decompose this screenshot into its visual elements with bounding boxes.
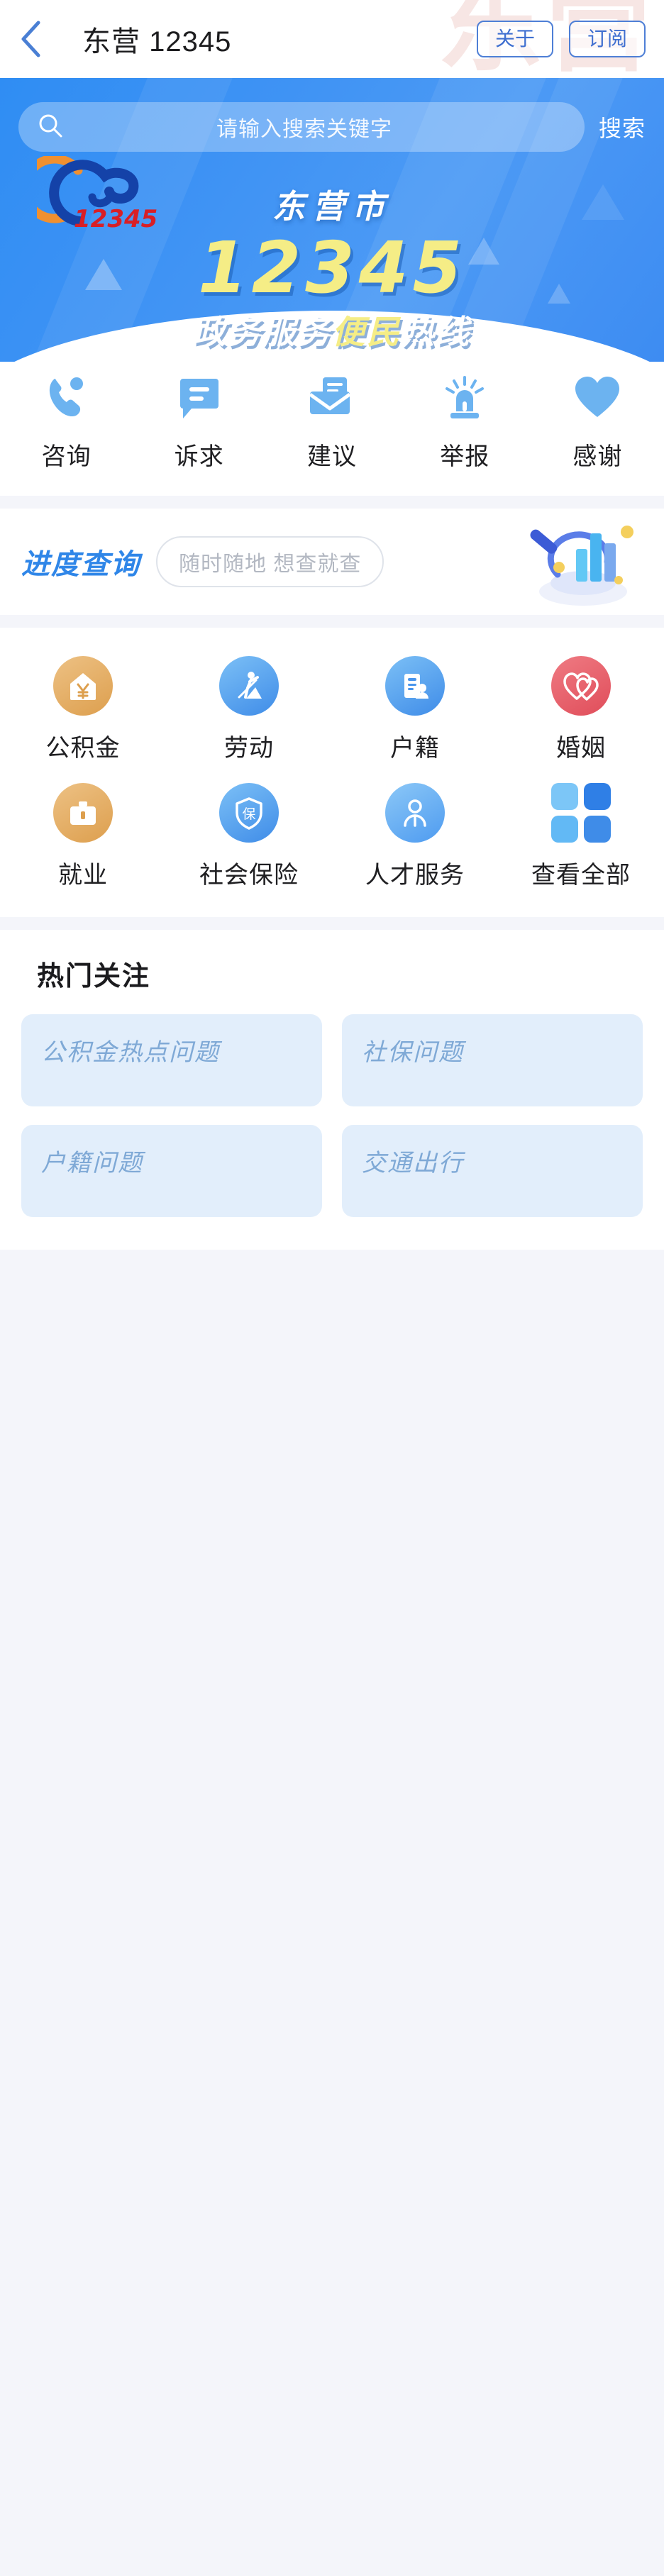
search-icon — [37, 112, 64, 143]
quick-action-susu[interactable]: 诉求 — [133, 374, 265, 472]
service-label: 劳动 — [224, 735, 274, 762]
service-item-shehuibaoxian[interactable]: 保 社会保险 — [166, 773, 332, 900]
hot-topics-title: 热门关注 — [37, 962, 151, 992]
service-item-gongjijin[interactable]: 公积金 — [0, 646, 166, 773]
service-label: 婚姻 — [556, 735, 606, 762]
subscribe-button[interactable]: 订阅 — [568, 21, 646, 57]
chevron-left-icon — [20, 21, 41, 57]
search-bar[interactable]: 请输入搜索关键字 搜索 — [0, 102, 664, 152]
page-footer-space — [0, 1250, 664, 2576]
quick-action-ganxie[interactable]: 感谢 — [531, 374, 664, 472]
back-button[interactable] — [0, 21, 61, 57]
service-item-rencaifuwu[interactable]: 人才服务 — [332, 773, 498, 900]
message-bubble-icon — [177, 374, 221, 421]
hot-topic-card[interactable]: 交通出行 — [342, 1125, 643, 1217]
quick-action-label: 诉求 — [174, 443, 224, 470]
quick-action-label: 咨询 — [41, 443, 92, 470]
quick-action-jianyi[interactable]: 建议 — [265, 374, 398, 472]
service-item-hunyin[interactable]: 婚姻 — [498, 646, 664, 773]
header-actions: 关于 订阅 — [476, 21, 646, 57]
service-label: 户籍 — [390, 735, 440, 762]
quick-actions-row: 咨询 诉求 建议 举报 感谢 — [0, 362, 664, 496]
hotline-logo-icon: 12345 — [20, 154, 165, 233]
heart-icon — [574, 374, 621, 421]
quick-action-label: 举报 — [440, 443, 490, 470]
quick-action-zixun[interactable]: 咨询 — [0, 374, 133, 472]
document-person-icon — [385, 656, 445, 716]
service-item-chakanquanbu[interactable]: 查看全部 — [498, 773, 664, 900]
page-title: 东营 12345 — [82, 26, 232, 57]
hero-banner: 请输入搜索关键字 搜索 12345 东营市 12345 政务服务便民热线 — [0, 78, 664, 362]
hot-topics-grid: 公积金热点问题 社保问题 户籍问题 交通出行 — [21, 1014, 643, 1217]
hot-topic-card[interactable]: 公积金热点问题 — [21, 1014, 322, 1106]
section-divider-2 — [0, 615, 664, 628]
search-placeholder: 请输入搜索关键字 — [216, 118, 392, 141]
hot-topic-label: 社保问题 — [362, 1039, 464, 1066]
service-label: 公积金 — [45, 735, 121, 762]
service-row-2: 就业 保 社会保险 人才服务 查看全部 — [0, 773, 664, 900]
service-label: 就业 — [58, 862, 108, 889]
phone-icon — [45, 374, 89, 421]
progress-query-title: 进度查询 — [21, 549, 140, 580]
worker-icon — [219, 656, 279, 716]
quick-action-label: 感谢 — [572, 443, 623, 470]
magnifier-bar-chart-illustration — [515, 512, 643, 611]
progress-query-section[interactable]: 进度查询 随时随地 想查就查 — [0, 509, 664, 615]
service-row-1: 公积金 劳动 户籍 婚姻 — [0, 646, 664, 773]
grid-four-icon — [551, 783, 611, 843]
double-heart-icon — [551, 656, 611, 716]
svg-text:保: 保 — [242, 806, 255, 822]
search-input[interactable]: 请输入搜索关键字 — [18, 102, 585, 152]
about-button[interactable]: 关于 — [476, 21, 553, 57]
quick-action-label: 建议 — [307, 443, 357, 470]
hot-topic-label: 交通出行 — [362, 1150, 464, 1177]
envelope-icon — [309, 374, 355, 421]
section-divider-3 — [0, 917, 664, 930]
shield-bao-icon: 保 — [219, 783, 279, 843]
house-yuan-icon — [53, 656, 113, 716]
hot-topic-label: 公积金热点问题 — [41, 1039, 220, 1066]
service-item-laodong[interactable]: 劳动 — [166, 646, 332, 773]
svg-text:12345: 12345 — [74, 205, 157, 231]
service-label: 人才服务 — [365, 862, 465, 889]
service-item-jiuye[interactable]: 就业 — [0, 773, 166, 900]
app-header: 东营 东营 12345 关于 订阅 — [0, 0, 664, 78]
hot-topics-section: 热门关注 公积金热点问题 社保问题 户籍问题 交通出行 — [0, 930, 664, 1250]
section-divider — [0, 496, 664, 509]
alarm-siren-icon — [443, 374, 487, 421]
briefcase-icon — [53, 783, 113, 843]
person-icon — [385, 783, 445, 843]
hot-topic-card[interactable]: 社保问题 — [342, 1014, 643, 1106]
quick-action-jubao[interactable]: 举报 — [399, 374, 531, 472]
service-grid: 公积金 劳动 户籍 婚姻 就业 保 社会保险 人才服务 查看全部 — [0, 628, 664, 917]
service-label: 查看全部 — [531, 862, 631, 889]
service-item-huji[interactable]: 户籍 — [332, 646, 498, 773]
hot-topic-card[interactable]: 户籍问题 — [21, 1125, 322, 1217]
service-label: 社会保险 — [199, 862, 299, 889]
hot-topic-label: 户籍问题 — [41, 1150, 143, 1177]
progress-query-hint[interactable]: 随时随地 想查就查 — [156, 536, 384, 587]
search-button[interactable]: 搜索 — [599, 111, 646, 143]
